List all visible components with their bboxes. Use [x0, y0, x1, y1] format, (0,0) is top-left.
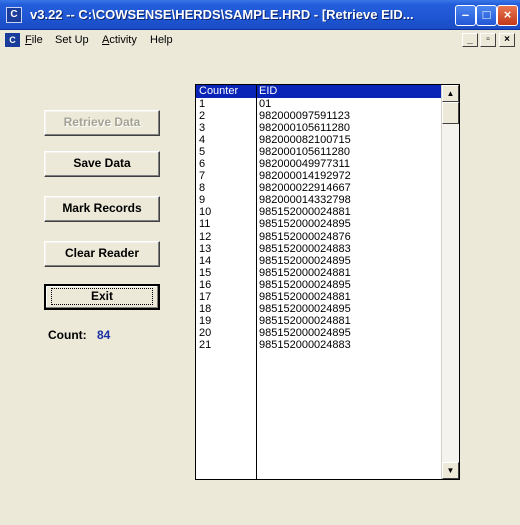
table-row[interactable]: 16 985152000024895 — [196, 279, 441, 291]
column-header-counter[interactable]: Counter — [199, 85, 238, 98]
counter-cell: 19 — [199, 314, 212, 327]
count-value: 84 — [97, 328, 111, 342]
column-header-eid[interactable]: EID — [259, 85, 277, 98]
counter-cell: 3 — [199, 122, 206, 135]
counter-cell: 8 — [199, 182, 206, 195]
document-minimize-button[interactable]: _ — [462, 33, 478, 47]
eid-cell: 985152000024881 — [259, 314, 351, 327]
scroll-up-arrow-icon[interactable]: ▲ — [442, 85, 459, 102]
table-row[interactable]: 6 982000049977311 — [196, 158, 441, 170]
eid-cell: 985152000024895 — [259, 254, 351, 267]
eid-cell: 985152000024895 — [259, 218, 351, 231]
app-icon[interactable]: C — [6, 7, 22, 23]
save-data-button[interactable]: Save Data — [44, 151, 160, 177]
client-area: Retrieve Data Save Data Mark Records Cle… — [0, 51, 520, 525]
eid-cell: 985152000024895 — [259, 278, 351, 291]
counter-cell: 18 — [199, 302, 212, 315]
eid-cell: 985152000024895 — [259, 302, 351, 315]
table-row[interactable]: 8 982000022914667 — [196, 182, 441, 194]
table-row[interactable]: 17 985152000024881 — [196, 291, 441, 303]
window-title: v3.22 -- C:\COWSENSE\HERDS\SAMPLE.HRD - … — [30, 7, 414, 22]
vertical-scrollbar[interactable]: ▲ ▼ — [441, 85, 459, 479]
table-row[interactable]: 4 982000082100715 — [196, 134, 441, 146]
table-row[interactable]: 2 982000097591123 — [196, 110, 441, 122]
scroll-thumb[interactable] — [442, 102, 459, 124]
table-row[interactable]: 1 01 — [196, 98, 441, 110]
eid-cell: 01 — [259, 98, 272, 110]
counter-cell: 13 — [199, 242, 212, 255]
table-row[interactable]: 3 982000105611280 — [196, 122, 441, 134]
eid-cell: 985152000024881 — [259, 290, 351, 303]
maximize-button[interactable]: □ — [476, 5, 497, 26]
eid-cell: 982000105611280 — [259, 146, 350, 159]
table-row[interactable]: 21 985152000024883 — [196, 339, 441, 351]
counter-cell: 16 — [199, 278, 212, 291]
app-window: C v3.22 -- C:\COWSENSE\HERDS\SAMPLE.HRD … — [0, 0, 520, 525]
close-button[interactable]: × — [497, 5, 518, 26]
menu-file[interactable]: File — [25, 34, 43, 46]
table-row[interactable]: 18 985152000024895 — [196, 303, 441, 315]
counter-cell: 4 — [199, 134, 206, 147]
eid-cell: 982000082100715 — [259, 134, 351, 147]
grid-rows: 1 01 2 982000097591123 3 982000105611280 4 9820… — [196, 98, 441, 351]
counter-cell: 14 — [199, 254, 212, 267]
eid-cell: 985152000024883 — [259, 242, 351, 255]
exit-button[interactable]: Exit — [44, 284, 160, 310]
exit-button-label: Exit — [51, 288, 153, 305]
counter-cell: 11 — [199, 218, 211, 231]
table-row[interactable]: 13 985152000024883 — [196, 243, 441, 255]
counter-cell: 10 — [199, 206, 212, 219]
document-icon[interactable]: C — [5, 33, 20, 47]
table-row[interactable]: 20 985152000024895 — [196, 327, 441, 339]
eid-cell: 985152000024883 — [259, 338, 351, 351]
table-row[interactable]: 11 985152000024895 — [196, 218, 441, 230]
counter-cell: 9 — [199, 194, 206, 207]
counter-cell: 7 — [199, 170, 206, 183]
table-row[interactable]: 15 985152000024881 — [196, 267, 441, 279]
eid-cell: 982000049977311 — [259, 158, 350, 171]
counter-cell: 21 — [199, 338, 212, 351]
table-row[interactable]: 10 985152000024881 — [196, 206, 441, 218]
table-row[interactable]: 9 982000014332798 — [196, 194, 441, 206]
minimize-button[interactable]: – — [455, 5, 476, 26]
menu-activity[interactable]: Activity — [102, 34, 137, 46]
title-bar[interactable]: C v3.22 -- C:\COWSENSE\HERDS\SAMPLE.HRD … — [0, 0, 520, 30]
counter-cell: 1 — [199, 98, 206, 110]
counter-cell: 17 — [199, 290, 212, 303]
grid-header: Counter EID — [196, 85, 441, 98]
eid-cell: 982000097591123 — [259, 110, 350, 123]
eid-cell: 982000105611280 — [259, 122, 350, 135]
scroll-down-arrow-icon[interactable]: ▼ — [442, 462, 459, 479]
document-close-button[interactable]: × — [499, 33, 515, 47]
table-row[interactable]: 14 985152000024895 — [196, 255, 441, 267]
counter-cell: 6 — [199, 158, 206, 171]
menu-bar: C File Set Up Activity Help _ ▫ × — [0, 31, 520, 50]
mark-records-button[interactable]: Mark Records — [44, 196, 160, 222]
table-row[interactable]: 7 982000014192972 — [196, 170, 441, 182]
eid-cell: 985152000024895 — [259, 326, 351, 339]
count-label: Count: — [48, 328, 87, 342]
eid-cell: 985152000024876 — [259, 230, 351, 243]
eid-cell: 982000014332798 — [259, 194, 351, 207]
menu-help[interactable]: Help — [150, 34, 173, 46]
eid-cell: 985152000024881 — [259, 266, 351, 279]
clear-reader-button[interactable]: Clear Reader — [44, 241, 160, 267]
counter-cell: 15 — [199, 266, 212, 279]
document-restore-button[interactable]: ▫ — [480, 33, 496, 47]
table-row[interactable]: 5 982000105611280 — [196, 146, 441, 158]
eid-grid[interactable]: Counter EID 1 01 2 982000097591123 3 98200010… — [195, 84, 460, 480]
counter-cell: 5 — [199, 146, 206, 159]
table-row[interactable]: 19 985152000024881 — [196, 315, 441, 327]
counter-cell: 2 — [199, 110, 206, 123]
eid-cell: 982000014192972 — [259, 170, 351, 183]
eid-cell: 982000022914667 — [259, 182, 351, 195]
counter-cell: 20 — [199, 326, 212, 339]
eid-cell: 985152000024881 — [259, 206, 351, 219]
table-row[interactable]: 12 985152000024876 — [196, 231, 441, 243]
menu-setup[interactable]: Set Up — [55, 34, 89, 46]
retrieve-data-button[interactable]: Retrieve Data — [44, 110, 160, 136]
counter-cell: 12 — [199, 230, 212, 243]
